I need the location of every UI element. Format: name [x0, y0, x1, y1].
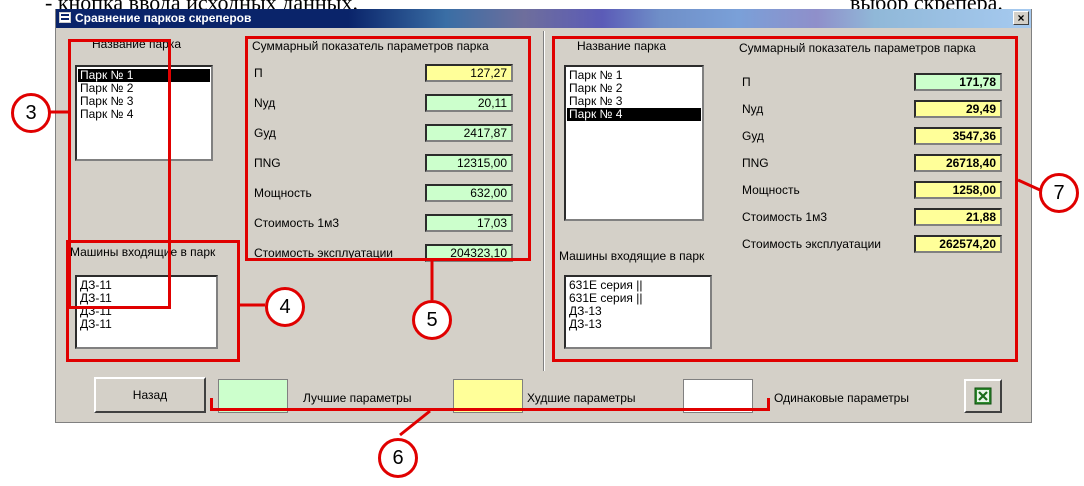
callout-6: 6 [378, 438, 418, 478]
callout-5: 5 [412, 300, 452, 340]
callout-connectors [49, 110, 1041, 437]
callout-3: 3 [11, 93, 51, 133]
callout-7: 7 [1039, 173, 1079, 213]
callout-4: 4 [265, 287, 305, 327]
